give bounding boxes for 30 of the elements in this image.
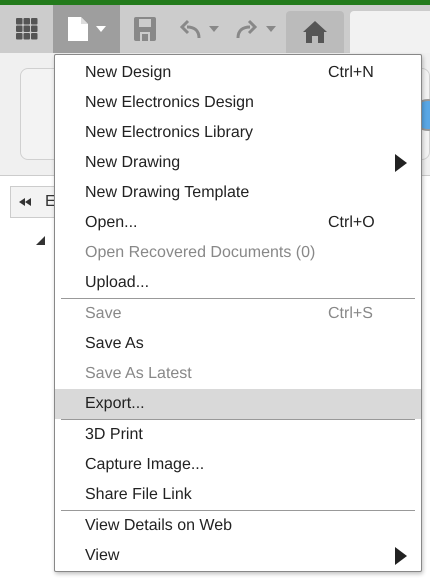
menu-item[interactable]: New Drawing Template bbox=[55, 178, 421, 208]
menu-item[interactable]: New Drawing bbox=[55, 148, 421, 178]
caret-icon bbox=[96, 26, 106, 32]
shortcut: Ctrl+N bbox=[328, 64, 374, 82]
shortcut: Ctrl+O bbox=[328, 214, 375, 232]
undo-arrow-icon bbox=[178, 19, 200, 39]
expand-triangle-icon[interactable] bbox=[36, 236, 45, 245]
menu-item[interactable]: Upload... bbox=[55, 268, 421, 298]
menu-item[interactable]: Capture Image... bbox=[55, 450, 421, 480]
shortcut: Ctrl+S bbox=[328, 305, 373, 323]
menu-item[interactable]: New Electronics Library bbox=[55, 118, 421, 148]
menu-item[interactable]: New Design Ctrl+N bbox=[55, 58, 421, 88]
menu-item[interactable]: Open... Ctrl+O bbox=[55, 208, 421, 238]
menu-item[interactable]: Save As bbox=[55, 329, 421, 359]
menu-item[interactable]: New Electronics Design bbox=[55, 88, 421, 118]
menu-item[interactable]: Share File Link bbox=[55, 480, 421, 510]
caret-icon bbox=[208, 26, 218, 32]
home-icon bbox=[303, 21, 327, 43]
menu-item[interactable]: View bbox=[55, 541, 421, 571]
caret-icon bbox=[266, 26, 276, 32]
file-button[interactable] bbox=[53, 5, 120, 53]
menu-item[interactable]: 3D Print bbox=[55, 420, 421, 450]
menu-item[interactable]: View Details on Web bbox=[55, 511, 421, 541]
browser-title: E bbox=[45, 193, 56, 211]
home-button[interactable] bbox=[286, 11, 344, 53]
redo-arrow-icon bbox=[236, 19, 258, 39]
rewind-icon bbox=[19, 198, 31, 206]
document-icon bbox=[68, 17, 88, 41]
menu-item[interactable]: Export... bbox=[55, 389, 421, 419]
grid-icon bbox=[16, 18, 38, 40]
